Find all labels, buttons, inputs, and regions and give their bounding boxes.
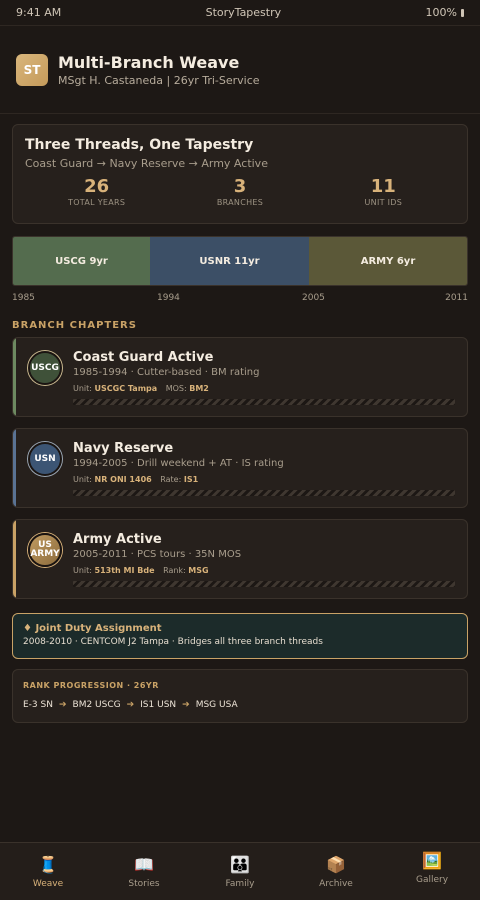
tab-archive[interactable]: 📦 Archive — [288, 843, 384, 900]
open-book-icon: 📖 — [134, 855, 154, 874]
rank-step: MSG USA — [195, 700, 238, 710]
tab-family[interactable]: 👪 Family — [192, 843, 288, 900]
chapter-unit-line: Unit: USCGC Tampa MOS: BM2 — [73, 384, 455, 393]
rank-step: E-3 SN — [23, 700, 53, 710]
summary-card: Three Threads, One Tapestry Coast Guard … — [12, 124, 468, 224]
unit-label: Unit: — [73, 566, 92, 575]
rate-label: Rate: — [160, 475, 182, 484]
thread-spool-icon: 🧵 — [38, 855, 58, 874]
stat-total-years: 26 TOTAL YEARS — [25, 176, 168, 207]
arrow-right-icon: ➔ — [58, 700, 67, 710]
chapter-card-army-active[interactable]: US ARMY Army Active 2005-2011 · PCS tour… — [12, 519, 468, 599]
stat-value: 11 — [370, 176, 396, 197]
timeline-year: 2011 — [445, 293, 468, 303]
rank-step: IS1 USN — [140, 700, 177, 710]
stat-label: TOTAL YEARS — [68, 198, 126, 207]
unit-label: Unit: — [73, 384, 92, 393]
tab-stories[interactable]: 📖 Stories — [96, 843, 192, 900]
rank-progression-card[interactable]: RANK PROGRESSION · 26YR E-3 SN ➔ BM2 USC… — [12, 669, 468, 723]
page-title: Multi-Branch Weave — [58, 53, 240, 72]
rate-label: Rank: — [163, 566, 186, 575]
stat-label: BRANCHES — [216, 198, 264, 207]
arrow-right-icon: ➔ — [126, 700, 135, 710]
summary-stats: 26 TOTAL YEARS 3 BRANCHES 11 UNIT IDS — [25, 176, 455, 207]
status-time: 9:41 AM — [16, 6, 62, 19]
chapter-title: Army Active — [73, 532, 162, 547]
rate-value: IS1 — [183, 475, 199, 484]
tab-weave[interactable]: 🧵 Weave — [0, 843, 96, 900]
header-text: Multi-Branch Weave MSgt H. Castaneda | 2… — [58, 53, 260, 87]
joint-duty-text: 2008-2010 · CENTCOM J2 Tampa · Bridges a… — [23, 637, 323, 647]
battery-icon — [460, 8, 464, 17]
rate-value: MSG — [188, 566, 209, 575]
summary-route: Coast Guard → Navy Reserve → Army Active — [25, 157, 268, 170]
stat-label: UNIT IDS — [364, 198, 403, 207]
rank-step: BM2 USCG — [72, 700, 121, 710]
battery-percent: 100% — [425, 6, 457, 19]
tab-label: Gallery — [415, 875, 449, 885]
thread-stripe — [73, 490, 455, 496]
chapter-unit-line: Unit: 513th MI Bde Rank: MSG — [73, 566, 455, 575]
thread-stripe — [73, 399, 455, 405]
chapter-title: Navy Reserve — [73, 441, 174, 456]
stat-value: 3 — [233, 176, 247, 197]
uscg-badge-icon: USCG — [28, 351, 62, 385]
unit-value: 513th MI Bde — [94, 566, 155, 575]
tab-label: Weave — [32, 879, 64, 889]
unit-value: USCGC Tampa — [94, 384, 158, 393]
timeline-year: 2005 — [302, 293, 325, 303]
timeline-year: 1994 — [157, 293, 180, 303]
rank-path: E-3 SN ➔ BM2 USCG ➔ IS1 USN ➔ MSG USA — [23, 700, 457, 710]
timeline-segment-uscg[interactable]: USCG 9yr — [13, 237, 150, 285]
service-timeline: USCG 9yr USNR 11yr ARMY 6yr — [12, 236, 468, 286]
chapter-title: Coast Guard Active — [73, 350, 214, 365]
thread-stripe — [73, 581, 455, 587]
arrow-right-icon: ➔ — [182, 700, 190, 710]
army-badge-icon: US ARMY — [28, 533, 62, 567]
rate-label: MOS: — [165, 384, 187, 393]
bottom-tab-bar: 🧵 Weave 📖 Stories 👪 Family 📦 Archive 🖼️ … — [0, 842, 480, 900]
status-app-name: StoryTapestry — [205, 6, 282, 19]
timeline-years: 1985 1994 2005 2011 — [12, 286, 468, 306]
chapter-card-coast-guard[interactable]: USCG Coast Guard Active 1985-1994 · Cutt… — [12, 337, 468, 417]
stat-unit-ids: 11 UNIT IDS — [312, 176, 455, 207]
framed-picture-icon: 🖼️ — [422, 851, 442, 870]
section-heading-branch-chapters: BRANCH CHAPTERS — [12, 320, 137, 331]
chapter-meta: 1994-2005 · Drill weekend + AT · IS rati… — [73, 458, 284, 469]
chapter-meta: 2005-2011 · PCS tours · 35N MOS — [73, 549, 242, 560]
timeline-segment-army[interactable]: ARMY 6yr — [309, 237, 467, 285]
tab-label: Stories — [128, 879, 160, 889]
tab-label: Archive — [319, 879, 353, 889]
tab-gallery[interactable]: 🖼️ Gallery — [384, 843, 480, 900]
page-subtitle: MSgt H. Castaneda | 26yr Tri-Service — [58, 74, 260, 87]
timeline-year: 1985 — [12, 293, 35, 303]
battery-status: 100% — [426, 6, 464, 19]
status-bar: 9:41 AM StoryTapestry 100% — [0, 0, 480, 26]
app-logo[interactable]: ST — [16, 54, 48, 86]
chapter-unit-line: Unit: NR ONI 1406 Rate: IS1 — [73, 475, 455, 484]
unit-label: Unit: — [73, 475, 92, 484]
timeline-segment-usnr[interactable]: USNR 11yr — [150, 237, 309, 285]
app-header: ST Multi-Branch Weave MSgt H. Castaneda … — [0, 26, 480, 114]
joint-duty-title: ♦ Joint Duty Assignment — [23, 623, 162, 634]
usn-badge-icon: USN — [28, 442, 62, 476]
joint-duty-card[interactable]: ♦ Joint Duty Assignment 2008-2010 · CENT… — [12, 613, 468, 659]
package-icon: 📦 — [326, 855, 346, 874]
stat-branches: 3 BRANCHES — [168, 176, 311, 207]
stat-value: 26 — [84, 176, 110, 197]
rate-value: BM2 — [189, 384, 209, 393]
summary-title: Three Threads, One Tapestry — [25, 137, 254, 153]
chapter-meta: 1985-1994 · Cutter-based · BM rating — [73, 367, 260, 378]
rank-progression-title: RANK PROGRESSION · 26YR — [23, 681, 159, 690]
unit-value: NR ONI 1406 — [94, 475, 152, 484]
family-icon: 👪 — [230, 855, 250, 874]
chapter-card-navy-reserve[interactable]: USN Navy Reserve 1994-2005 · Drill weeke… — [12, 428, 468, 508]
tab-label: Family — [225, 879, 255, 889]
